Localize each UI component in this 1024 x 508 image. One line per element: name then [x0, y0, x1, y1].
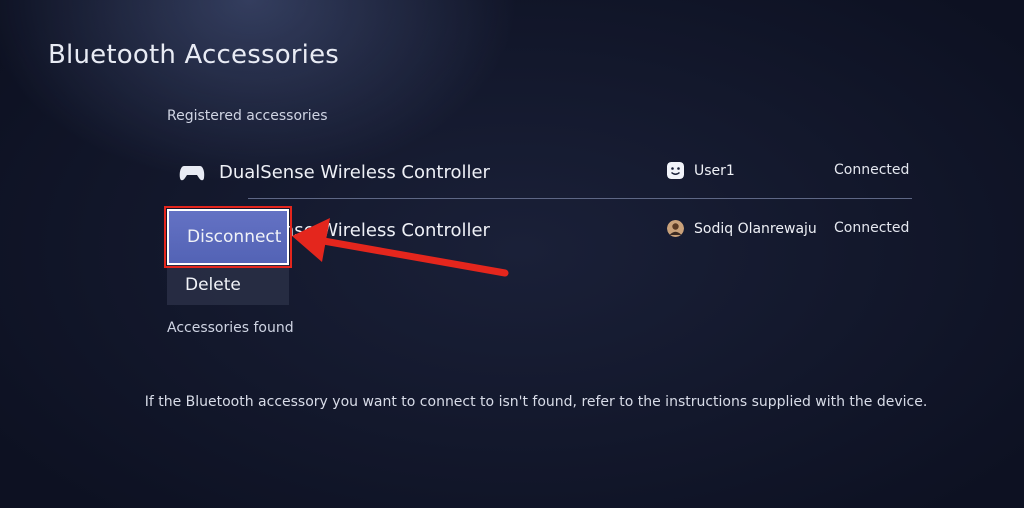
- red-arrow-icon: [292, 218, 509, 277]
